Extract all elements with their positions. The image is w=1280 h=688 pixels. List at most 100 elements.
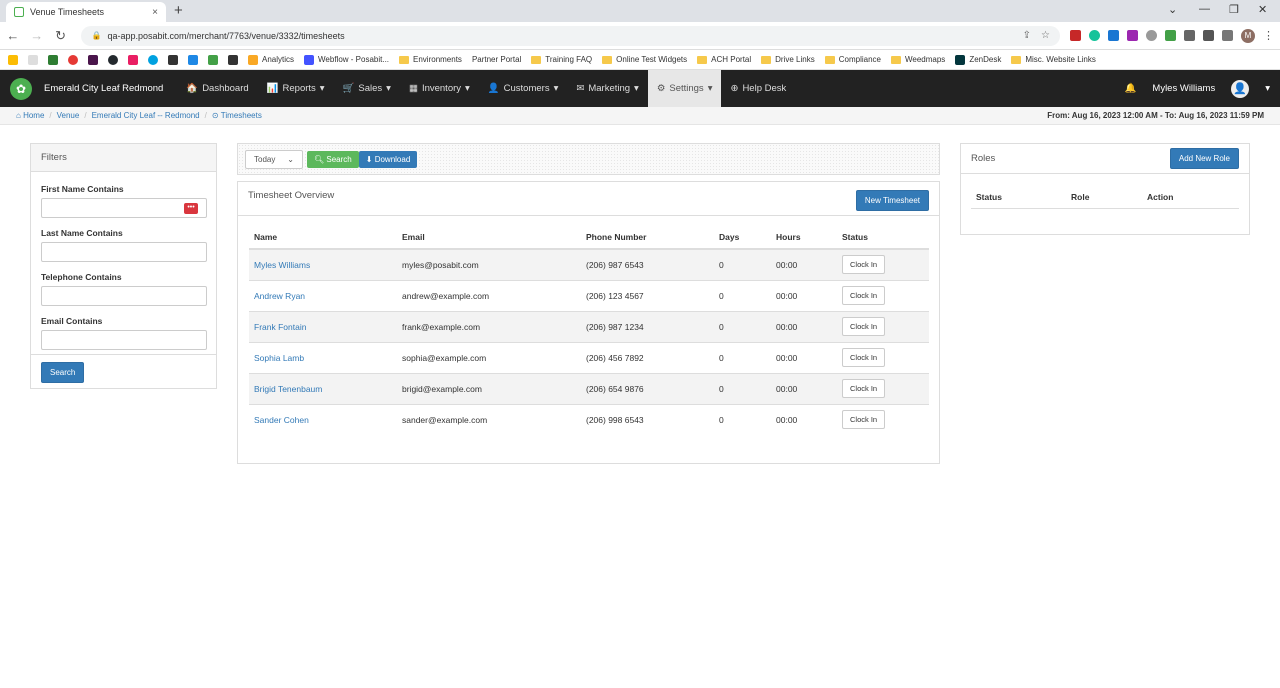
bookmarks-bar: Analytics Webflow - Posabit... Environme… xyxy=(0,50,1280,70)
add-new-role-button[interactable]: Add New Role xyxy=(1169,148,1239,169)
grammarly-icon[interactable] xyxy=(1088,30,1100,41)
puzzle-icon[interactable] xyxy=(1183,30,1195,41)
minimize-icon[interactable]: — xyxy=(1199,3,1210,15)
side-panel-icon[interactable] xyxy=(1221,30,1233,41)
breadcrumb-home[interactable]: Home xyxy=(23,111,44,120)
bookmark-training-faq[interactable]: Training FAQ xyxy=(531,55,592,64)
clock-in-button[interactable]: Clock In xyxy=(842,379,886,398)
extension-icon[interactable] xyxy=(1107,30,1119,41)
extension-icon[interactable] xyxy=(1126,30,1138,41)
nav-help-desk[interactable]: ⊕ Help Desk xyxy=(721,70,795,107)
breadcrumb-current[interactable]: Timesheets xyxy=(221,111,262,120)
nav-dashboard[interactable]: 🏠 Dashboard xyxy=(177,70,257,107)
password-manager-icon[interactable]: ••• xyxy=(184,203,198,214)
google-drive-icon[interactable] xyxy=(188,54,198,65)
bookmark-ach-portal[interactable]: ACH Portal xyxy=(697,55,751,64)
telephone-input[interactable] xyxy=(41,286,207,306)
nav-sales[interactable]: 🛒 Sales ▾ xyxy=(334,70,400,107)
extension-icon[interactable] xyxy=(1145,30,1157,41)
github-icon[interactable] xyxy=(108,54,118,65)
bookmark-weedmaps[interactable]: Weedmaps xyxy=(890,55,945,64)
caret-down-icon[interactable]: ▾ xyxy=(1265,83,1270,94)
bookmark-icon[interactable] xyxy=(208,54,218,65)
new-tab-button[interactable]: + xyxy=(174,2,183,19)
webflow-icon xyxy=(304,54,315,65)
last-name-input[interactable] xyxy=(41,242,207,262)
caret-down-icon: ▾ xyxy=(707,83,713,94)
maximize-icon[interactable]: ❐ xyxy=(1229,3,1239,16)
bell-icon[interactable]: 🔔 xyxy=(1125,83,1137,94)
bookmark-drive-links[interactable]: Drive Links xyxy=(761,55,815,64)
email-input[interactable] xyxy=(41,330,207,350)
profile-avatar[interactable]: M xyxy=(1240,28,1255,43)
share-icon[interactable]: ⇪ xyxy=(1023,30,1031,41)
nav-customers[interactable]: 👤 Customers ▾ xyxy=(479,70,568,107)
table-row: Frank Fontain frank@example.com (206) 98… xyxy=(249,310,929,342)
filter-search-button[interactable]: Search xyxy=(41,362,85,383)
date-range-select[interactable]: Today ⌄ xyxy=(245,149,303,169)
nav-marketing[interactable]: ✉ Marketing ▾ xyxy=(567,70,647,107)
new-timesheet-button[interactable]: New Timesheet xyxy=(855,190,929,211)
nav-settings[interactable]: ⚙ Settings ▾ xyxy=(647,70,722,107)
notion-icon[interactable] xyxy=(228,54,238,65)
breadcrumb-venue-name[interactable]: Emerald City Leaf -- Redmond xyxy=(92,111,200,120)
brand-name[interactable]: Emerald City Leaf Redmond xyxy=(44,83,163,94)
bookmark-compliance[interactable]: Compliance xyxy=(824,55,881,64)
bookmark-partner-portal[interactable]: Partner Portal xyxy=(472,55,521,64)
browser-tab[interactable]: Venue Timesheets × xyxy=(6,2,166,22)
bookmark-icon[interactable] xyxy=(128,54,138,65)
clock-in-button[interactable]: Clock In xyxy=(842,286,886,305)
column-header-action: Action xyxy=(1142,186,1239,209)
clock-in-button[interactable]: Clock In xyxy=(842,410,886,430)
user-name[interactable]: Myles Williams xyxy=(1152,83,1215,94)
employee-days: 0 xyxy=(714,403,771,435)
bookmark-icon[interactable] xyxy=(48,54,58,65)
column-header-status: Status xyxy=(837,226,929,250)
tab-close-icon[interactable]: × xyxy=(152,7,158,18)
employee-name-link[interactable]: Sander Cohen xyxy=(249,403,397,435)
employee-email: sander@example.com xyxy=(397,403,581,435)
bookmark-misc-website-links[interactable]: Misc. Website Links xyxy=(1011,55,1096,64)
roles-table: Status Role Action xyxy=(971,186,1239,209)
bookmark-icon[interactable] xyxy=(28,54,38,65)
bookmark-analytics[interactable]: Analytics xyxy=(248,54,294,65)
first-name-input[interactable]: ••• xyxy=(41,198,207,218)
back-icon[interactable]: ← xyxy=(6,28,20,43)
breadcrumb-venue[interactable]: Venue xyxy=(57,111,80,120)
slack-icon[interactable] xyxy=(88,54,98,65)
tab-search-icon[interactable]: ⌄ xyxy=(1168,3,1177,16)
nav-inventory[interactable]: ▦ Inventory ▾ xyxy=(400,70,479,107)
bookmark-environments[interactable]: Environments xyxy=(399,55,462,64)
forward-icon[interactable]: → xyxy=(30,28,44,43)
google-icon[interactable] xyxy=(8,54,18,65)
bookmark-zendesk[interactable]: ZenDesk xyxy=(955,54,1001,65)
clock-in-button[interactable]: Clock In xyxy=(842,255,886,275)
extension-icon[interactable] xyxy=(1164,30,1176,41)
caret-down-icon: ▾ xyxy=(319,83,325,94)
download-icon[interactable] xyxy=(1202,30,1214,41)
clock-in-button[interactable]: Clock In xyxy=(842,348,886,367)
salesforce-icon[interactable] xyxy=(148,54,158,65)
employee-name-link[interactable]: Frank Fontain xyxy=(249,310,397,342)
leaf-logo-icon[interactable]: ✿ xyxy=(10,77,32,100)
employee-name-link[interactable]: Brigid Tenenbaum xyxy=(249,372,397,404)
menu-icon[interactable]: ⋮ xyxy=(1263,29,1274,42)
url-bar[interactable]: 🔒 qa-app.posabit.com/merchant/7763/venue… xyxy=(81,25,1060,46)
close-window-icon[interactable]: ✕ xyxy=(1258,3,1267,16)
bookmark-webflow[interactable]: Webflow - Posabit... xyxy=(304,54,389,65)
employee-name-link[interactable]: Andrew Ryan xyxy=(249,279,397,311)
clock-in-button[interactable]: Clock In xyxy=(842,317,886,336)
bookmark-star-icon[interactable]: ☆ xyxy=(1041,30,1050,41)
employee-name-link[interactable]: Sophia Lamb xyxy=(249,341,397,373)
employee-name-link[interactable]: Myles Williams xyxy=(249,248,397,280)
nav-reports[interactable]: 📊 Reports ▾ xyxy=(258,70,334,107)
chevron-down-icon: ⌄ xyxy=(287,154,294,164)
download-button[interactable]: ⬇ Download xyxy=(358,150,418,168)
bookmark-icon[interactable] xyxy=(68,54,78,65)
reload-icon[interactable]: ↻ xyxy=(54,28,68,44)
bookmark-online-test-widgets[interactable]: Online Test Widgets xyxy=(602,55,687,64)
extension-icon[interactable] xyxy=(1069,30,1081,41)
search-button[interactable]: 🔍︎ Search xyxy=(307,150,359,168)
user-avatar-icon[interactable]: 👤 xyxy=(1231,79,1250,98)
bookmark-icon[interactable] xyxy=(168,54,178,65)
